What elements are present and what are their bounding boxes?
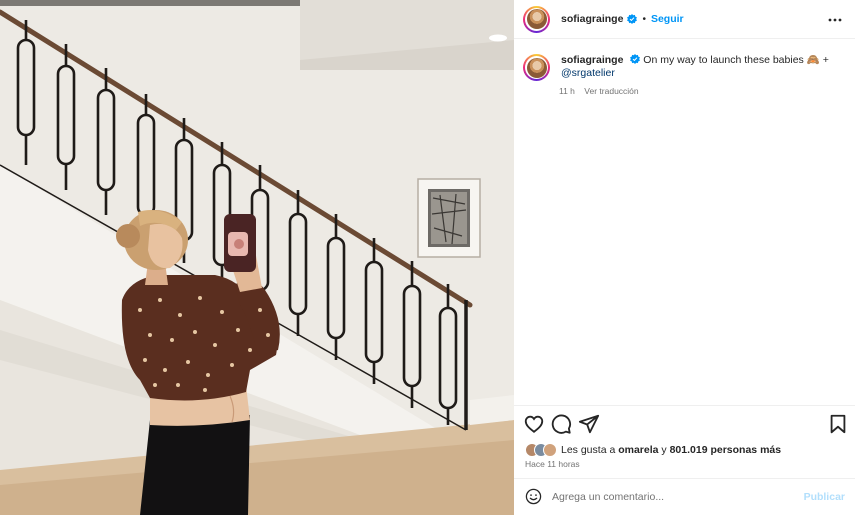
likes-row: Les gusta a omarela y 801.019 personas m… [525, 443, 781, 457]
likes-text[interactable]: Les gusta a omarela y 801.019 personas m… [561, 444, 781, 456]
caption-avatar[interactable] [523, 54, 550, 81]
bookmark-icon[interactable] [827, 413, 849, 435]
verified-badge-icon [627, 14, 638, 24]
caption-text: sofiagrainge On my way to launch these b… [561, 54, 829, 81]
send-icon[interactable] [578, 413, 600, 435]
translate-link[interactable]: Ver traducción [584, 86, 638, 96]
comment-input[interactable] [552, 487, 792, 507]
caption-plus: + [819, 54, 829, 66]
caption-emoji: 🙈 [806, 54, 820, 66]
header-username[interactable]: sofiagrainge [561, 13, 623, 25]
separator-dot: • [642, 13, 646, 25]
post-photo[interactable] [0, 0, 514, 515]
caption: sofiagrainge On my way to launch these b… [523, 54, 848, 81]
likes-user[interactable]: omarela [618, 444, 658, 456]
post-time: Hace 11 horas [525, 459, 580, 469]
likes-middle: y [658, 444, 670, 456]
smiley-icon[interactable] [525, 488, 542, 505]
caption-meta: 11 h Ver traducción [559, 86, 639, 96]
comment-row: Publicar [514, 479, 855, 515]
caption-username[interactable]: sofiagrainge [561, 54, 623, 66]
more-horizontal-icon[interactable] [827, 12, 843, 28]
heart-icon[interactable] [523, 413, 545, 435]
follow-button[interactable]: Seguir [651, 13, 684, 25]
post-image [0, 0, 514, 515]
liker-avatars [525, 443, 558, 457]
caption-mention-link[interactable]: @srgatelier [561, 67, 615, 79]
post-header: sofiagrainge • Seguir [514, 0, 855, 39]
divider [514, 405, 855, 406]
likes-prefix: Les gusta a [561, 444, 619, 456]
verified-badge-icon [630, 54, 641, 64]
comment-icon[interactable] [550, 413, 572, 435]
action-bar [514, 413, 855, 435]
caption-time: 11 h [559, 86, 575, 96]
likes-count[interactable]: 801.019 personas más [670, 444, 782, 456]
avatar[interactable] [523, 5, 550, 33]
post-panel: sofiagrainge • Seguir sofiagrainge On my… [514, 0, 855, 515]
publish-button[interactable]: Publicar [804, 491, 845, 503]
caption-body: On my way to launch these babies [643, 54, 804, 66]
